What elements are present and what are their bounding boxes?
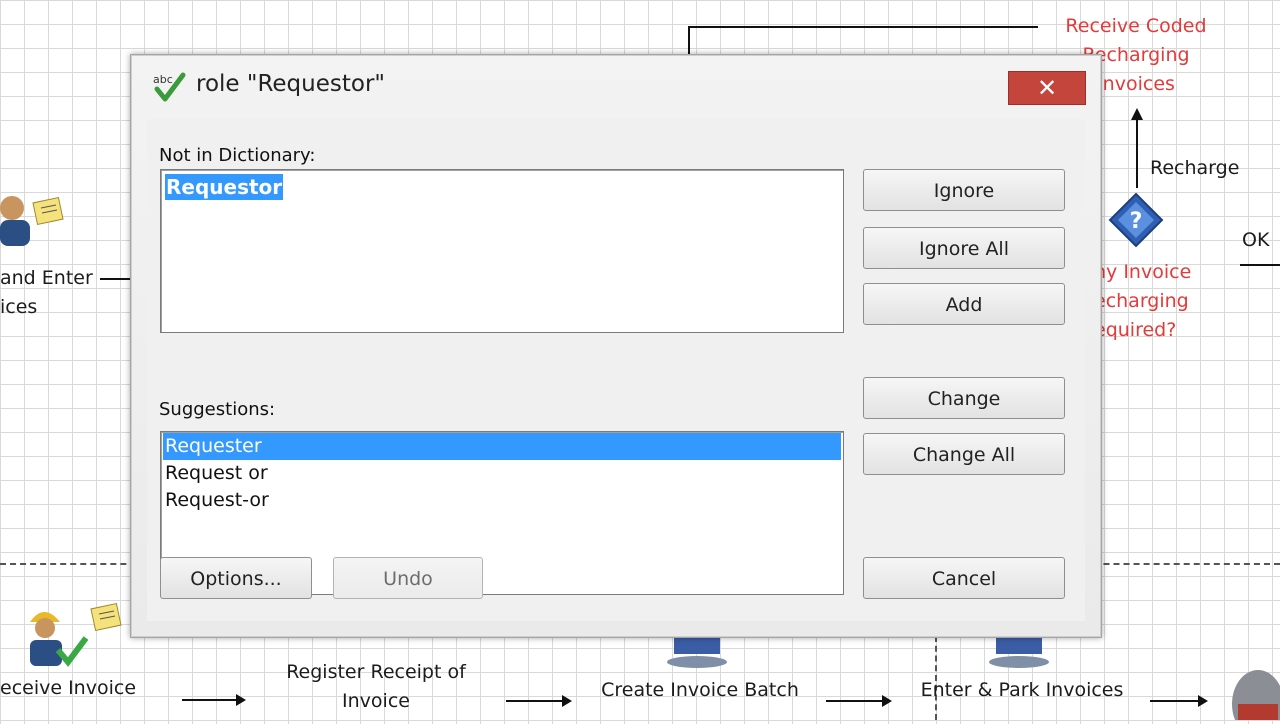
svg-text:?: ? bbox=[1130, 209, 1143, 234]
add-button[interactable]: Add bbox=[863, 283, 1065, 325]
not-in-dictionary-label: Not in Dictionary: bbox=[159, 145, 316, 166]
dialog-body: Not in Dictionary: Requestor Suggestions… bbox=[147, 119, 1085, 621]
cancel-button[interactable]: Cancel bbox=[863, 557, 1065, 599]
decision-icon: ? bbox=[1108, 192, 1164, 248]
svg-text:abc: abc bbox=[153, 73, 173, 86]
ignore-button[interactable]: Ignore bbox=[863, 169, 1065, 211]
left-task-line-1: and Enter bbox=[0, 267, 93, 289]
ok-label: OK bbox=[1242, 229, 1270, 251]
suggestion-item[interactable]: Request or bbox=[163, 460, 841, 487]
flow-arrow bbox=[506, 695, 572, 707]
up-arrow-head bbox=[1131, 108, 1143, 120]
suggestions-label: Suggestions: bbox=[159, 399, 276, 420]
change-button[interactable]: Change bbox=[863, 377, 1065, 419]
options-button[interactable]: Options... bbox=[160, 557, 312, 599]
not-in-dictionary-textbox[interactable]: Requestor bbox=[160, 169, 844, 333]
enter-park-label: Enter & Park Invoices bbox=[920, 679, 1124, 701]
up-arrow bbox=[1136, 118, 1138, 188]
misspelled-word[interactable]: Requestor bbox=[165, 174, 284, 200]
connector-line bbox=[688, 26, 1038, 28]
computer-icon bbox=[664, 636, 730, 670]
create-batch-label: Create Invoice Batch bbox=[601, 679, 799, 701]
ignore-all-button[interactable]: Ignore All bbox=[863, 227, 1065, 269]
spelling-dialog: abc role "Requestor" ✕ Not in Dictionary… bbox=[130, 54, 1102, 638]
question-line-3: equired? bbox=[1094, 319, 1177, 341]
worker-icon bbox=[24, 600, 89, 668]
connector-line bbox=[100, 278, 132, 280]
register-line-2: Invoice bbox=[342, 690, 410, 712]
partial-icon bbox=[1218, 664, 1280, 724]
question-line-2: echarging bbox=[1094, 290, 1189, 312]
receive-invoice-label: eceive Invoice bbox=[0, 677, 137, 699]
recharge-label: Recharge bbox=[1150, 157, 1240, 179]
question-label: ny Invoice echarging equired? bbox=[1094, 258, 1191, 345]
question-line-1: ny Invoice bbox=[1094, 261, 1192, 283]
user-icon bbox=[0, 192, 34, 248]
left-task-line-2: ices bbox=[0, 296, 38, 318]
register-line-1: Register Receipt of bbox=[286, 661, 466, 683]
undo-button[interactable]: Undo bbox=[333, 557, 483, 599]
suggestion-item[interactable]: Request-or bbox=[163, 487, 841, 514]
connector-line bbox=[688, 26, 690, 56]
flow-arrow bbox=[1150, 695, 1208, 707]
change-all-button[interactable]: Change All bbox=[863, 433, 1065, 475]
receive-coded-line-1: Receive Coded bbox=[1065, 15, 1207, 37]
note-icon bbox=[90, 602, 124, 632]
connector-line bbox=[1240, 264, 1280, 266]
close-button[interactable]: ✕ bbox=[1008, 71, 1086, 105]
flow-arrow bbox=[826, 695, 892, 707]
note-icon bbox=[32, 196, 66, 226]
close-icon: ✕ bbox=[1036, 74, 1058, 102]
register-receipt-label: Register Receipt of Invoice bbox=[270, 658, 482, 716]
dialog-title: role "Requestor" bbox=[196, 71, 385, 97]
left-task-label: and Enter ices bbox=[0, 264, 93, 322]
suggestion-item[interactable]: Requester bbox=[163, 433, 841, 460]
spellcheck-icon: abc bbox=[151, 69, 187, 105]
computer-icon bbox=[986, 636, 1052, 670]
flow-arrow bbox=[182, 694, 246, 706]
